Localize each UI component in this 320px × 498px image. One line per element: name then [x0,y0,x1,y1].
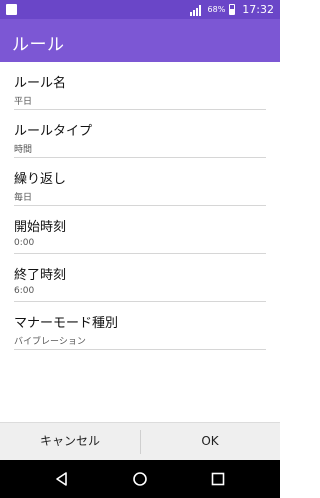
status-indicators: 68% 17:32 [189,0,274,19]
repeat-value: 毎日 [14,193,33,203]
ok-button[interactable]: OK [140,423,280,460]
recents-icon[interactable] [210,471,226,487]
battery-percent: 68% [207,5,226,14]
manner-mode-type-label: マナーモード種別 [14,316,119,331]
battery-icon [229,4,236,15]
manner-mode-type-row[interactable]: マナーモード種別 バイブレーション [14,302,266,350]
rule-type-label: ルールタイプ [14,124,93,139]
clock: 17:32 [242,3,274,16]
dialog-button-bar: キャンセル OK [0,422,280,460]
end-time-value: 6:00 [14,286,35,296]
status-bar: 68% 17:32 [0,0,280,19]
home-icon[interactable] [132,471,148,487]
back-icon[interactable] [54,471,70,487]
signal-icon [189,4,201,16]
start-time-row[interactable]: 開始時刻 0:00 [14,206,266,254]
start-time-value: 0:00 [14,238,35,248]
end-time-label: 終了時刻 [14,268,67,283]
repeat-label: 繰り返し [14,172,67,187]
notification-icon [6,4,17,15]
rule-name-label: ルール名 [14,76,67,91]
rule-settings-list: ルール名 平日 ルールタイプ 時間 繰り返し 毎日 開始時刻 0:00 終了時刻… [0,62,280,350]
cancel-button[interactable]: キャンセル [0,423,140,460]
rule-name-value: 平日 [14,97,33,107]
repeat-row[interactable]: 繰り返し 毎日 [14,158,266,206]
manner-mode-type-value: バイブレーション [14,337,86,347]
end-time-row[interactable]: 終了時刻 6:00 [14,254,266,302]
rule-type-row[interactable]: ルールタイプ 時間 [14,110,266,158]
start-time-label: 開始時刻 [14,220,67,235]
app-bar: ルール [0,19,280,62]
navigation-bar [0,460,280,498]
page-title: ルール [12,35,65,55]
rule-name-row[interactable]: ルール名 平日 [14,62,266,110]
rule-type-value: 時間 [14,145,33,155]
